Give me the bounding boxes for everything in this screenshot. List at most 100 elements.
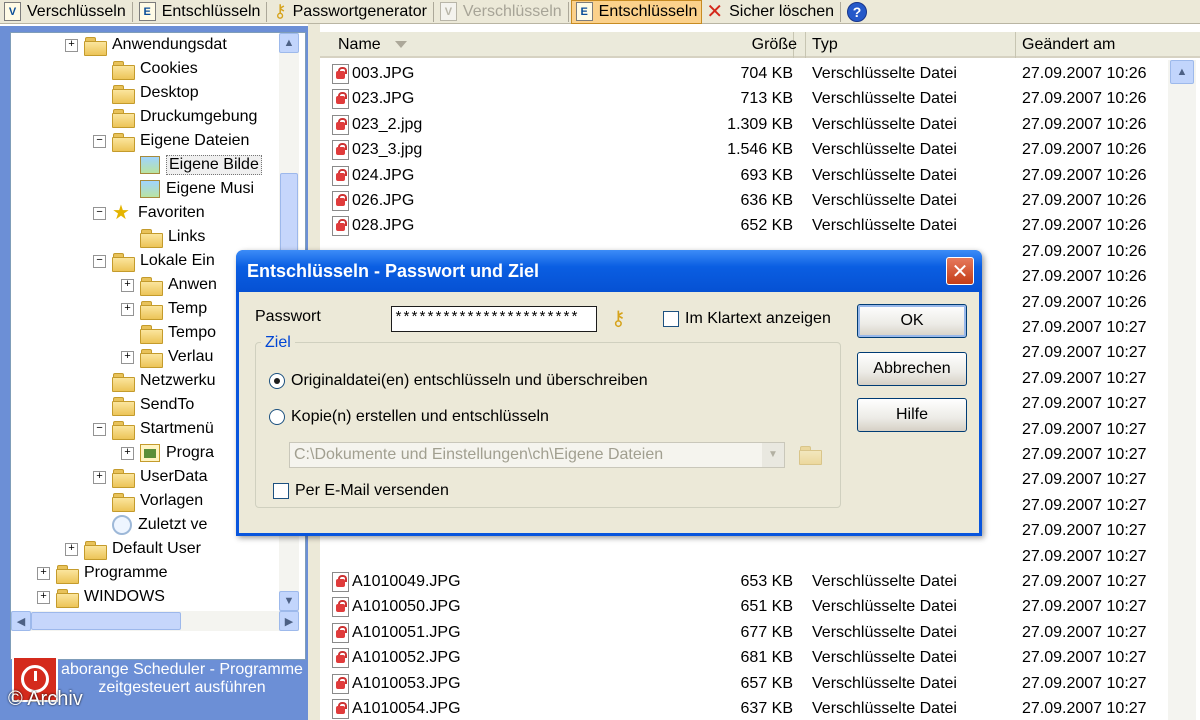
decrypt-icon: E <box>575 2 593 21</box>
recent-icon <box>112 515 132 535</box>
expand-icon[interactable]: + <box>65 542 78 556</box>
file-row[interactable]: 003.JPG 704 KB Verschlüsselte Datei 27.09.2… <box>320 62 1165 87</box>
radio-copy[interactable]: Kopie(n) erstellen und entschlüsseln <box>269 408 549 426</box>
toolbar-encrypt-disabled-button[interactable]: V Verschlüsseln <box>436 0 566 24</box>
tree-item[interactable]: + Default User <box>65 537 201 561</box>
target-path-combobox[interactable]: C:\Dokumente und Einstellungen\ch\Eigene… <box>289 442 785 468</box>
password-field[interactable]: *********************** <box>391 306 597 332</box>
ok-button[interactable]: OK <box>857 304 967 338</box>
file-row[interactable]: A1010049.JPG 653 KB Verschlüsselte Datei 27… <box>320 570 1165 595</box>
tree-item[interactable]: + Anwendungsdat <box>65 33 227 57</box>
tree-horizontal-scrollbar[interactable]: ◀ ▶ <box>11 611 299 631</box>
key-icon[interactable]: ⚷ <box>611 306 637 330</box>
toolbar-decrypt-button[interactable]: E Entschlüsseln <box>135 0 265 24</box>
tree-item[interactable]: + Progra <box>121 441 214 465</box>
encrypted-file-icon <box>332 64 349 84</box>
close-icon[interactable]: ✕ <box>946 257 974 285</box>
dialog-titlebar[interactable]: Entschlüsseln - Passwort und Ziel ✕ <box>236 250 982 292</box>
file-row[interactable]: A1010053.JPG 657 KB Verschlüsselte Datei 27… <box>320 672 1165 697</box>
file-row[interactable]: 27.09.2007 10:27 <box>320 545 1165 570</box>
tree-item[interactable]: + UserData <box>93 465 208 489</box>
tree-item-label: Verlau <box>168 348 214 365</box>
radio-dot[interactable] <box>269 409 285 425</box>
help-button[interactable]: Hilfe <box>857 398 967 432</box>
column-header-size[interactable]: Größe <box>722 32 806 58</box>
tree-item[interactable]: + Programme <box>37 561 168 585</box>
collapse-icon[interactable]: − <box>93 422 106 436</box>
column-name-label: Name <box>338 36 381 53</box>
folder-icon <box>112 420 135 440</box>
file-row[interactable]: A1010051.JPG 677 KB Verschlüsselte Datei 27… <box>320 621 1165 646</box>
file-name-cell: A1010053.JPG <box>332 673 461 694</box>
tree-item[interactable]: SendTo <box>93 393 194 417</box>
tree-item[interactable]: + WINDOWS <box>37 585 165 609</box>
tree-hscroll-thumb[interactable] <box>31 612 181 630</box>
tree-item[interactable]: − Startmenü <box>93 417 214 441</box>
expand-icon[interactable]: + <box>121 446 134 460</box>
checkbox-box[interactable] <box>273 483 289 499</box>
expand-icon[interactable]: + <box>93 470 106 484</box>
tree-item[interactable]: Cookies <box>93 57 198 81</box>
tree-item[interactable]: Vorlagen <box>93 489 203 513</box>
column-header-date[interactable]: Geändert am <box>1016 32 1176 58</box>
tree-item[interactable]: Zuletzt ve <box>93 513 207 537</box>
tree-item[interactable]: Links <box>121 225 205 249</box>
radio-overwrite[interactable]: Originaldatei(en) entschlüsseln und über… <box>269 372 648 390</box>
tree-item[interactable]: Tempo <box>121 321 216 345</box>
email-checkbox[interactable]: Per E-Mail versenden <box>273 482 449 500</box>
toolbar-encrypt-button[interactable]: V Verschlüsseln <box>0 0 130 24</box>
column-header-type[interactable]: Typ <box>806 32 1016 58</box>
cancel-button[interactable]: Abbrechen <box>857 352 967 386</box>
tree-item[interactable]: Desktop <box>93 81 199 105</box>
file-row[interactable]: A1010050.JPG 651 KB Verschlüsselte Datei 27… <box>320 595 1165 620</box>
tree-item[interactable]: Eigene Musi <box>121 177 254 201</box>
file-row[interactable]: 026.JPG 636 KB Verschlüsselte Datei 27.09.2… <box>320 189 1165 214</box>
file-row[interactable]: 028.JPG 652 KB Verschlüsselte Datei 27.09.2… <box>320 214 1165 239</box>
tree-item[interactable]: + Verlau <box>121 345 213 369</box>
collapse-icon[interactable]: − <box>93 254 106 268</box>
show-plaintext-checkbox[interactable]: Im Klartext anzeigen <box>663 310 831 328</box>
list-vertical-scrollbar[interactable]: ▲ <box>1168 60 1196 720</box>
scroll-up-icon[interactable]: ▲ <box>279 33 299 53</box>
expand-icon[interactable]: + <box>121 278 134 292</box>
scroll-right-icon[interactable]: ▶ <box>279 611 299 631</box>
tree-item[interactable]: − Lokale Ein <box>93 249 215 273</box>
collapse-icon[interactable]: − <box>93 134 106 148</box>
tree-item[interactable]: − Eigene Dateien <box>93 129 249 153</box>
toolbar-help-button[interactable]: ? <box>843 0 871 24</box>
file-name-cell: 023.JPG <box>332 89 414 110</box>
expand-icon[interactable]: + <box>121 302 134 316</box>
tree-item[interactable]: − ★ Favoriten <box>93 201 205 225</box>
toolbar-password-generator-button[interactable]: ⚷ Passwortgenerator <box>269 0 430 24</box>
collapse-icon[interactable]: − <box>93 206 106 220</box>
expand-icon[interactable]: + <box>37 566 50 580</box>
tree-item[interactable]: Druckumgebung <box>93 105 257 129</box>
expand-icon[interactable]: + <box>37 590 50 604</box>
file-row[interactable]: 024.JPG 693 KB Verschlüsselte Datei 27.09.2… <box>320 164 1165 189</box>
scroll-left-icon[interactable]: ◀ <box>11 611 31 631</box>
file-row[interactable]: 023_2.jpg 1.309 KB Verschlüsselte Datei 27.… <box>320 113 1165 138</box>
browse-folder-button[interactable] <box>799 446 821 464</box>
file-size: 713 KB <box>740 90 793 108</box>
file-size: 1.309 KB <box>727 115 793 133</box>
delete-x-icon: ✕ <box>706 1 724 23</box>
folder-icon <box>112 60 135 80</box>
toolbar-decrypt-active-button[interactable]: E Entschlüsseln <box>570 0 703 24</box>
toolbar-secure-delete-button[interactable]: ✕ Sicher löschen <box>702 0 838 24</box>
scroll-up-icon[interactable]: ▲ <box>1170 60 1194 84</box>
tree-item[interactable]: Netzwerku <box>93 369 216 393</box>
tree-item[interactable]: + Temp <box>121 297 207 321</box>
radio-dot[interactable] <box>269 373 285 389</box>
tree-item[interactable]: Eigene Bilde <box>121 153 262 177</box>
tree-item[interactable]: + Anwen <box>121 273 217 297</box>
scroll-down-icon[interactable]: ▼ <box>279 591 299 611</box>
chevron-down-icon[interactable]: ▼ <box>762 443 784 467</box>
file-size: 1.546 KB <box>727 141 793 159</box>
file-row[interactable]: 023_3.jpg 1.546 KB Verschlüsselte Datei 27.… <box>320 138 1165 163</box>
checkbox-box[interactable] <box>663 311 679 327</box>
expand-icon[interactable]: + <box>121 350 134 364</box>
expand-icon[interactable]: + <box>65 38 78 52</box>
file-row[interactable]: 023.JPG 713 KB Verschlüsselte Datei 27.09.2… <box>320 87 1165 112</box>
file-row[interactable]: A1010052.JPG 681 KB Verschlüsselte Datei 27… <box>320 646 1165 671</box>
file-row[interactable]: A1010054.JPG 637 KB Verschlüsselte Datei 27… <box>320 697 1165 720</box>
